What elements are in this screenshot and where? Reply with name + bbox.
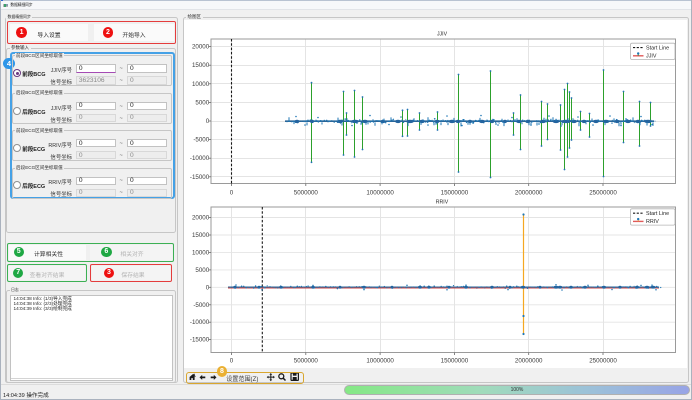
svg-text:-15000: -15000 bbox=[190, 337, 210, 344]
svg-text:15000: 15000 bbox=[192, 232, 210, 239]
svg-text:RRIV: RRIV bbox=[646, 219, 659, 225]
svg-text:20000000: 20000000 bbox=[515, 357, 543, 364]
svg-text:20000: 20000 bbox=[192, 44, 210, 51]
svg-text:10000: 10000 bbox=[192, 81, 210, 88]
svg-text:10000000: 10000000 bbox=[366, 190, 394, 197]
svg-text:5000: 5000 bbox=[195, 99, 209, 106]
svg-text:Start Line: Start Line bbox=[646, 211, 669, 217]
svg-text:-5000: -5000 bbox=[193, 302, 209, 309]
svg-text:0: 0 bbox=[206, 284, 210, 291]
svg-text:5000: 5000 bbox=[195, 267, 209, 274]
svg-text:Start Line: Start Line bbox=[646, 46, 669, 52]
svg-text:JJIV: JJIV bbox=[437, 32, 448, 38]
svg-text:5000000: 5000000 bbox=[294, 357, 319, 364]
svg-text:10000: 10000 bbox=[192, 249, 210, 256]
svg-text:JJIV: JJIV bbox=[646, 54, 657, 60]
svg-text:0: 0 bbox=[230, 357, 234, 364]
svg-text:20000: 20000 bbox=[192, 215, 210, 222]
svg-text:15000000: 15000000 bbox=[441, 357, 469, 364]
svg-text:20000000: 20000000 bbox=[515, 190, 543, 197]
svg-text:-15000: -15000 bbox=[190, 174, 210, 181]
svg-text:5000000: 5000000 bbox=[294, 190, 319, 197]
svg-text:25000000: 25000000 bbox=[589, 357, 617, 364]
svg-text:0: 0 bbox=[206, 118, 210, 125]
svg-text:10000000: 10000000 bbox=[366, 357, 394, 364]
svg-text:-10000: -10000 bbox=[190, 319, 210, 326]
svg-text:15000000: 15000000 bbox=[441, 190, 469, 197]
svg-text:-10000: -10000 bbox=[190, 155, 210, 162]
svg-text:15000: 15000 bbox=[192, 62, 210, 69]
svg-text:-5000: -5000 bbox=[193, 137, 209, 144]
svg-text:0: 0 bbox=[230, 190, 234, 197]
svg-text:25000000: 25000000 bbox=[589, 190, 617, 197]
svg-text:RRIV: RRIV bbox=[436, 200, 449, 206]
